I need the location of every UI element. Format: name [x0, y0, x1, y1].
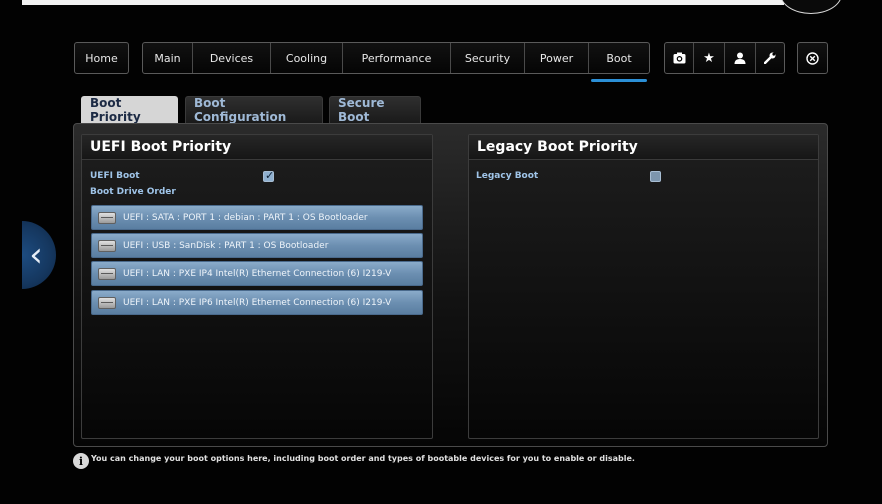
boot-item-label: UEFI : USB : SanDisk : PART 1 : OS Bootl…	[123, 240, 329, 251]
nav-main[interactable]: Main	[143, 43, 193, 73]
boot-item[interactable]: UEFI : SATA : PORT 1 : debian : PART 1 :…	[91, 205, 423, 230]
uefi-boot-label: UEFI Boot	[90, 171, 140, 181]
boot-item-label: UEFI : LAN : PXE IP4 Intel(R) Ethernet C…	[123, 268, 392, 279]
boot-item[interactable]: UEFI : LAN : PXE IP4 Intel(R) Ethernet C…	[91, 261, 423, 286]
nav-security[interactable]: Security	[451, 43, 525, 73]
bios-screen: Home Main Devices Cooling Performance Se…	[0, 0, 882, 504]
star-icon[interactable]: ★	[694, 43, 725, 73]
tab-secure-boot[interactable]: Secure Boot	[329, 96, 421, 124]
wrench-icon[interactable]	[756, 43, 784, 73]
tab-boot-priority[interactable]: Boot Priority	[81, 96, 178, 124]
nav-home[interactable]: Home	[75, 43, 128, 73]
top-bar	[22, 0, 784, 5]
back-arrow-button[interactable]: ‹	[22, 221, 56, 289]
close-icon[interactable]	[798, 43, 827, 73]
boot-item-label: UEFI : SATA : PORT 1 : debian : PART 1 :…	[123, 212, 368, 223]
uefi-boot-checkbox[interactable]	[263, 169, 274, 182]
close-group	[797, 42, 828, 74]
legacy-boot-checkbox[interactable]	[650, 171, 661, 182]
corner-dial	[780, 0, 842, 14]
drive-icon	[98, 267, 116, 280]
uefi-panel-title: UEFI Boot Priority	[82, 135, 432, 160]
boot-item-label: UEFI : LAN : PXE IP6 Intel(R) Ethernet C…	[123, 297, 392, 308]
legacy-boot-label: Legacy Boot	[476, 171, 539, 181]
camera-icon[interactable]	[665, 43, 694, 73]
main-nav: Main Devices Cooling Performance Securit…	[142, 42, 650, 82]
drive-icon	[98, 239, 116, 252]
info-icon: i	[73, 453, 89, 469]
boot-item[interactable]: UEFI : LAN : PXE IP6 Intel(R) Ethernet C…	[91, 290, 423, 315]
boot-drive-order-label: Boot Drive Order	[90, 187, 176, 197]
legacy-panel-title: Legacy Boot Priority	[469, 135, 818, 160]
drive-icon	[98, 296, 116, 309]
tab-boot-configuration[interactable]: Boot Configuration	[185, 96, 323, 124]
nav-devices[interactable]: Devices	[193, 43, 271, 73]
user-icon[interactable]	[725, 43, 756, 73]
nav-boot[interactable]: Boot	[589, 43, 649, 82]
chevron-left-icon: ‹	[29, 235, 43, 275]
nav-power[interactable]: Power	[525, 43, 589, 73]
tool-icons: ★	[664, 42, 785, 74]
nav-performance[interactable]: Performance	[343, 43, 451, 73]
drive-icon	[98, 211, 116, 224]
help-text: You can change your boot options here, i…	[91, 454, 635, 463]
home-group: Home	[74, 42, 129, 74]
nav-cooling[interactable]: Cooling	[271, 43, 343, 73]
boot-item[interactable]: UEFI : USB : SanDisk : PART 1 : OS Bootl…	[91, 233, 423, 258]
